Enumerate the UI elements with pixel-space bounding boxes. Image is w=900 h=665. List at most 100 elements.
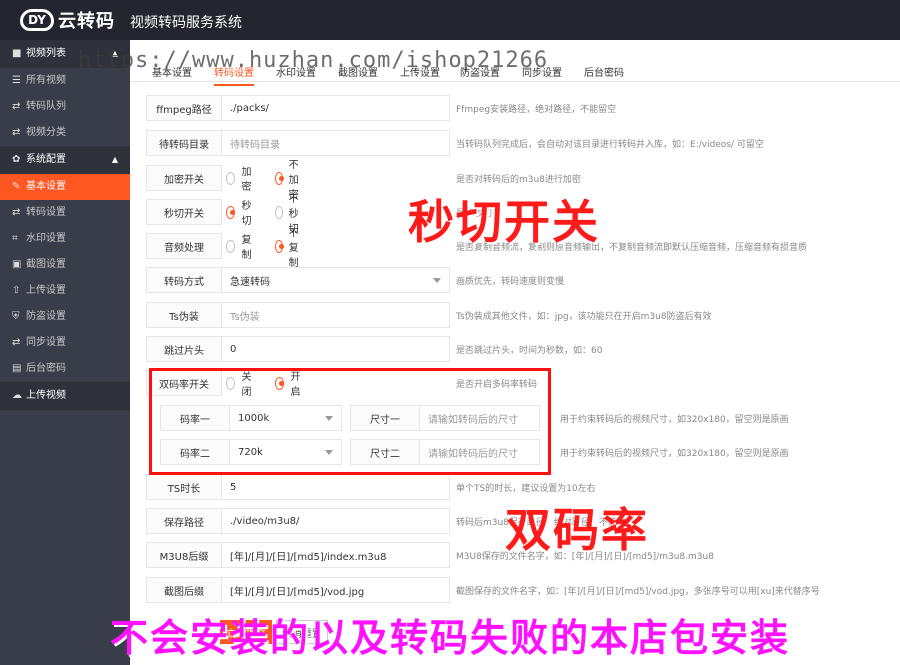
logo[interactable]: DY 云转码 bbox=[20, 6, 115, 34]
sidebar-group-system-config[interactable]: ✿ 系统配置 ▲ bbox=[0, 146, 130, 174]
field-hint: Ts伪装成其他文件，如：jpg，该功能只在开启m3u8防盗后有效 bbox=[456, 312, 712, 322]
size1-input[interactable]: 请输如转码后的尺寸 bbox=[420, 405, 540, 431]
rate2-select[interactable]: 720k bbox=[230, 439, 342, 465]
swap-icon: ⇄ bbox=[12, 127, 21, 138]
radio-dot-icon bbox=[226, 376, 236, 390]
radio-label: 复制 bbox=[241, 235, 252, 261]
sidebar-item-label: 同步设置 bbox=[26, 337, 66, 348]
radio-dot-icon bbox=[226, 205, 236, 219]
field-label: M3U8后缀 bbox=[146, 542, 222, 568]
swap-icon: ⇄ bbox=[12, 337, 21, 348]
sidebar-item-upload-video[interactable]: ☁ 上传视频 bbox=[0, 382, 130, 410]
field-label: 跳过片头 bbox=[146, 336, 222, 362]
top-header: DY 云转码 视频转码服务系统 bbox=[0, 0, 900, 40]
fastcut-on-radio[interactable]: 秒切 bbox=[226, 197, 255, 227]
sidebar-item-label: 上传设置 bbox=[26, 285, 66, 296]
sidebar-group-label: 视频列表 bbox=[26, 48, 66, 59]
sidebar: ■ 视频列表 ▲ ☰ 所有视频 ⇄ 转码队列 ⇄ 视频分类 ✿ 系统配置 ▲ ✎ 基本设… bbox=[0, 40, 130, 665]
annotation-fastcut: 秒切开关 bbox=[408, 195, 600, 249]
sidebar-item-admin-password[interactable]: ▤ 后台密码 bbox=[0, 356, 130, 382]
m3u8-suffix-input[interactable]: [年]/[月]/[日]/[md5]/index.m3u8 bbox=[222, 542, 450, 568]
image-icon: ▣ bbox=[12, 259, 22, 270]
dual-rate-radio-group: 关闭 开启 bbox=[226, 368, 324, 398]
gear-icon: ✿ bbox=[12, 154, 21, 165]
radio-label: 秒切 bbox=[241, 201, 252, 227]
sidebar-item-label: 所有视频 bbox=[26, 75, 66, 86]
save-path-input[interactable]: ./video/m3u8/ bbox=[222, 508, 450, 534]
audio-copy-radio[interactable]: 复制 bbox=[226, 231, 255, 261]
sidebar-item-screenshot-settings[interactable]: ▣ 截图设置 bbox=[0, 252, 130, 278]
sidebar-item-video-category[interactable]: ⇄ 视频分类 bbox=[0, 120, 130, 146]
radio-dot-icon bbox=[275, 239, 284, 253]
sidebar-item-label: 视频分类 bbox=[26, 127, 66, 138]
radio-label: 开启 bbox=[290, 372, 301, 398]
radio-dot-icon bbox=[275, 171, 284, 185]
video-icon: ■ bbox=[12, 48, 22, 59]
encrypt-radio-group: 加密 不加密 bbox=[226, 160, 324, 201]
sidebar-item-label: 截图设置 bbox=[26, 259, 66, 270]
skip-head-input[interactable]: 0 bbox=[222, 336, 450, 362]
sidebar-item-label: 水印设置 bbox=[26, 233, 66, 244]
queue-dir-input[interactable]: 待转码目录 bbox=[222, 130, 450, 156]
field-hint: 截图保存的文件名字，如：[年]/[月]/[日]/[md5]/vod.jpg，多张… bbox=[456, 587, 820, 597]
size2-input[interactable]: 请输如转码后的尺寸 bbox=[420, 439, 540, 465]
rate1-select[interactable]: 1000k bbox=[230, 405, 342, 431]
field-hint: 是否开启多码率转码 bbox=[456, 380, 538, 390]
tab-password[interactable]: 后台密码 bbox=[584, 64, 624, 79]
lock-icon: ▤ bbox=[12, 363, 22, 374]
fastcut-radio-group: 秒切 不秒切 bbox=[226, 194, 324, 235]
field-label: 转码方式 bbox=[146, 267, 222, 293]
field-label: 加密开关 bbox=[146, 165, 222, 191]
field-label: 秒切开关 bbox=[146, 199, 222, 225]
ffmpeg-path-input[interactable]: ./packs/ bbox=[222, 95, 450, 121]
edit-icon: ✎ bbox=[12, 181, 21, 192]
list-icon: ☰ bbox=[12, 75, 21, 86]
field-label: 音频处理 bbox=[146, 233, 222, 259]
dual-rate-off-radio[interactable]: 关闭 bbox=[226, 368, 255, 398]
screenshot-suffix-input[interactable]: [年]/[月]/[日]/[md5]/vod.jpg bbox=[222, 577, 450, 603]
radio-dot-icon bbox=[275, 376, 285, 390]
field-hint: 用于约束转码后的视频尺寸，如320x180，留空则是原画 bbox=[560, 415, 789, 425]
encrypt-on-radio[interactable]: 加密 bbox=[226, 163, 255, 193]
cloud-upload-icon: ☁ bbox=[12, 390, 22, 401]
audio-nocopy-radio[interactable]: 不复制 bbox=[275, 224, 304, 269]
transcode-mode-select[interactable]: 急速转码 bbox=[222, 267, 450, 293]
chevron-up-icon: ▲ bbox=[111, 155, 118, 164]
main-content: 基本设置 转码设置 水印设置 截图设置 上传设置 防盗设置 同步设置 后台密码 … bbox=[130, 40, 900, 665]
sidebar-item-basic-settings[interactable]: ✎ 基本设置 bbox=[0, 174, 130, 200]
annotation-dual-rate: 双码率 bbox=[505, 503, 649, 557]
sidebar-item-transcode-settings[interactable]: ⇄ 转码设置 bbox=[0, 200, 130, 226]
radio-label: 加密 bbox=[241, 167, 252, 193]
field-label: 截图后缀 bbox=[146, 577, 222, 603]
sidebar-item-antitheft-settings[interactable]: ⛨ 防盗设置 bbox=[0, 304, 130, 330]
sidebar-item-label: 基本设置 bbox=[26, 181, 66, 192]
field-hint: Ffmpeg安装路径，绝对路径，不能留空 bbox=[456, 105, 617, 115]
field-hint: 是否跳过片头，时间为秒数，如：60 bbox=[456, 346, 603, 356]
sidebar-item-transcode-queue[interactable]: ⇄ 转码队列 bbox=[0, 94, 130, 120]
sidebar-group-label: 系统配置 bbox=[26, 154, 66, 165]
caret-down-icon bbox=[325, 450, 333, 455]
field-hint: 单个TS的时长，建议设置为10左右 bbox=[456, 484, 596, 494]
field-hint: 画质优先，转码速度则变慢 bbox=[456, 277, 565, 287]
sidebar-item-sync-settings[interactable]: ⇄ 同步设置 bbox=[0, 330, 130, 356]
logo-mark: DY bbox=[28, 13, 46, 27]
radio-dot-icon bbox=[226, 239, 236, 253]
caret-down-icon bbox=[433, 278, 441, 283]
field-label: TS时长 bbox=[146, 474, 222, 500]
sidebar-item-label: 转码队列 bbox=[26, 101, 66, 112]
promo-banner: 不会安装的以及转码失败的本店包安装 bbox=[109, 616, 790, 660]
shield-icon: ⛨ bbox=[12, 311, 20, 322]
ts-fake-input[interactable]: Ts伪装 bbox=[222, 302, 450, 328]
swap-icon: ⇄ bbox=[12, 207, 21, 218]
sidebar-item-watermark-settings[interactable]: ⌗ 水印设置 bbox=[0, 226, 130, 252]
sidebar-item-upload-settings[interactable]: ⇧ 上传设置 bbox=[0, 278, 130, 304]
ts-length-input[interactable]: 5 bbox=[222, 474, 450, 500]
radio-label: 不复制 bbox=[288, 227, 299, 269]
select-value: 1000k bbox=[238, 412, 270, 424]
upload-icon: ⇧ bbox=[12, 285, 21, 296]
field-label: 保存路径 bbox=[146, 508, 222, 534]
dual-rate-on-radio[interactable]: 开启 bbox=[275, 368, 304, 398]
system-title: 视频转码服务系统 bbox=[130, 15, 242, 31]
select-value: 急速转码 bbox=[230, 276, 270, 288]
field-hint: 当转码队列完成后，会自动对该目录进行转码并入库，如：E:/videos/ 可留空 bbox=[456, 140, 764, 150]
